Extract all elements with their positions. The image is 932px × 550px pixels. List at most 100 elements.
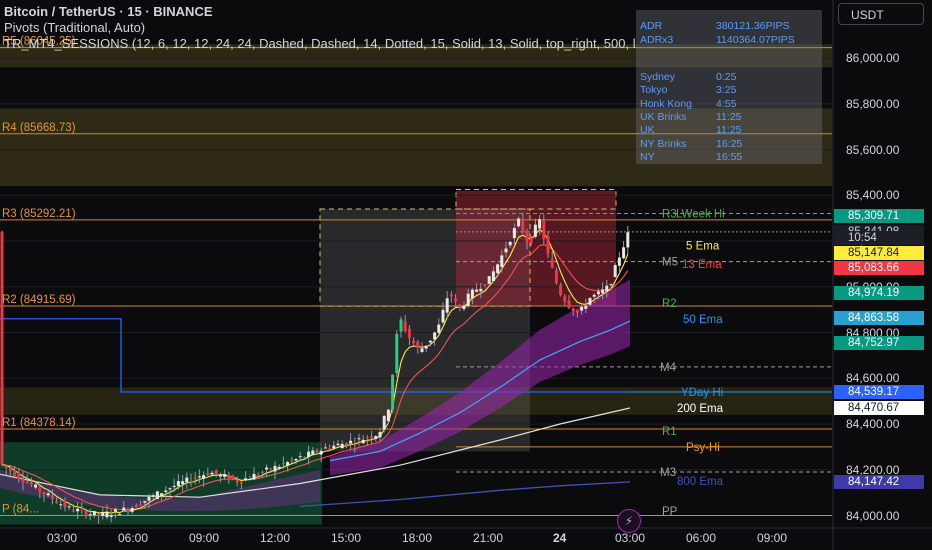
candle-body xyxy=(365,437,369,439)
candle-body xyxy=(155,491,159,499)
right-labels: R3 LWeek Hi 5 Ema M5 13 Ema R2 50 Ema M4 YDay Hi… xyxy=(660,209,725,518)
lightning-bolt-icon[interactable]: ⚡ xyxy=(617,509,641,533)
candle-body xyxy=(323,447,327,449)
candle-body xyxy=(462,305,466,310)
candle-body xyxy=(147,496,151,501)
candle-body xyxy=(113,509,117,512)
right-label: M3 xyxy=(660,467,676,479)
candle-body xyxy=(449,294,453,297)
candle-body xyxy=(210,472,214,475)
candle-body xyxy=(244,478,248,481)
time-tick-label: 18:00 xyxy=(402,531,433,545)
candle-body xyxy=(580,306,584,311)
price-tick-label: 84,600.00 xyxy=(846,371,900,386)
candle-body xyxy=(567,300,571,308)
candle-body xyxy=(130,507,134,512)
symbol-title[interactable]: Bitcoin / TetherUS · 15 · BINANCE xyxy=(4,4,636,20)
price-badge: 84,974.19 xyxy=(834,285,924,300)
right-label: M5 xyxy=(662,257,678,269)
candle-body xyxy=(605,285,609,292)
candle-body xyxy=(42,491,46,495)
session-row: UK Brinks 11:25 xyxy=(640,111,742,124)
candle-body xyxy=(420,348,424,353)
candle-body xyxy=(588,297,592,305)
candle-body xyxy=(445,298,449,313)
session-time: 0:25 xyxy=(716,71,737,83)
candle-body xyxy=(218,474,222,477)
time-tick-label: 03:00 xyxy=(615,531,646,545)
candle-body xyxy=(59,504,63,506)
candle-body xyxy=(185,477,189,483)
candle-body xyxy=(252,473,256,480)
session-name: UK Brinks xyxy=(640,111,687,123)
time-tick-label: 24 xyxy=(553,531,567,545)
candle-body xyxy=(361,439,365,444)
candle-body xyxy=(269,468,273,470)
candle-body xyxy=(512,228,516,239)
candle-body xyxy=(609,284,613,286)
session-row: Sydney 0:25 xyxy=(640,71,736,84)
candle-body xyxy=(17,472,21,479)
candle-body xyxy=(412,340,416,344)
candle-body xyxy=(38,487,42,492)
pivot-label: R1 (84378.14) xyxy=(2,417,76,429)
sessions-indicator-label[interactable]: TR_MT4_SESSIONS (12, 6, 12, 12, 24, 24, … xyxy=(4,36,636,52)
session-time: 16:25 xyxy=(716,138,743,150)
price-tick-label: 85,800.00 xyxy=(846,96,900,111)
candle-body xyxy=(34,484,38,488)
candle-body xyxy=(601,289,605,294)
candle-body xyxy=(290,459,294,461)
candle-body xyxy=(332,445,336,449)
pivot-label: R4 (85668.73) xyxy=(2,122,76,134)
candle-body xyxy=(239,481,243,484)
candle-body xyxy=(529,237,533,243)
price-tick-label: 84,400.00 xyxy=(846,417,900,431)
candle-body xyxy=(227,474,231,481)
candle-body xyxy=(298,456,302,458)
price-badge: 84,470.67 xyxy=(834,400,924,415)
sessions-panel: ADR 380121.36PIPS ADRx3 1140364.07PIPS Syd… xyxy=(636,10,822,164)
right-label: 200 Ema xyxy=(677,403,724,415)
candle-body xyxy=(105,511,109,518)
candle-body xyxy=(71,510,75,512)
candle-body xyxy=(307,451,311,458)
price-tick-label: 86,000.00 xyxy=(846,51,900,65)
candle-body xyxy=(281,462,285,464)
price-badge: 84,539.17 xyxy=(834,385,924,400)
candle-body xyxy=(92,511,96,516)
candle-body xyxy=(13,469,17,477)
time-tick-label: 21:00 xyxy=(473,531,504,545)
price-tick-label: 85,600.00 xyxy=(846,142,900,157)
session-time: 3:25 xyxy=(716,84,737,96)
candle-body xyxy=(386,409,390,422)
right-label: R3 xyxy=(662,209,677,221)
candle-body xyxy=(458,304,462,308)
candle-body xyxy=(80,507,84,510)
adrx3-label: ADRx3 xyxy=(640,34,674,46)
candle-body xyxy=(399,319,403,332)
currency-button[interactable]: USDT xyxy=(838,3,924,25)
candle-body xyxy=(164,490,168,493)
candle-body xyxy=(496,264,500,274)
candle-body xyxy=(592,294,596,297)
candle-body xyxy=(370,436,374,439)
session-row: UK 11:25 xyxy=(640,124,742,137)
right-label: 5 Ema xyxy=(686,241,720,253)
right-label: Psy-Hi xyxy=(686,442,720,454)
candle-body xyxy=(349,440,353,444)
candle-body xyxy=(118,513,122,515)
candle-body xyxy=(554,270,558,284)
price-badge: 85,083.66 xyxy=(834,260,924,275)
candle-body xyxy=(374,435,378,439)
candle-body xyxy=(315,450,319,453)
right-label: R1 xyxy=(662,426,677,438)
right-label: R2 xyxy=(662,298,677,310)
candle-body xyxy=(319,450,323,455)
candle-body xyxy=(294,458,298,461)
candle-body xyxy=(433,332,437,340)
time-tick-label: 15:00 xyxy=(331,531,362,545)
price-badge: 84,752.97 xyxy=(834,336,924,351)
candle-body xyxy=(428,340,432,343)
candle-body xyxy=(235,479,239,483)
pivots-indicator-label[interactable]: Pivots (Traditional, Auto) xyxy=(4,20,636,36)
